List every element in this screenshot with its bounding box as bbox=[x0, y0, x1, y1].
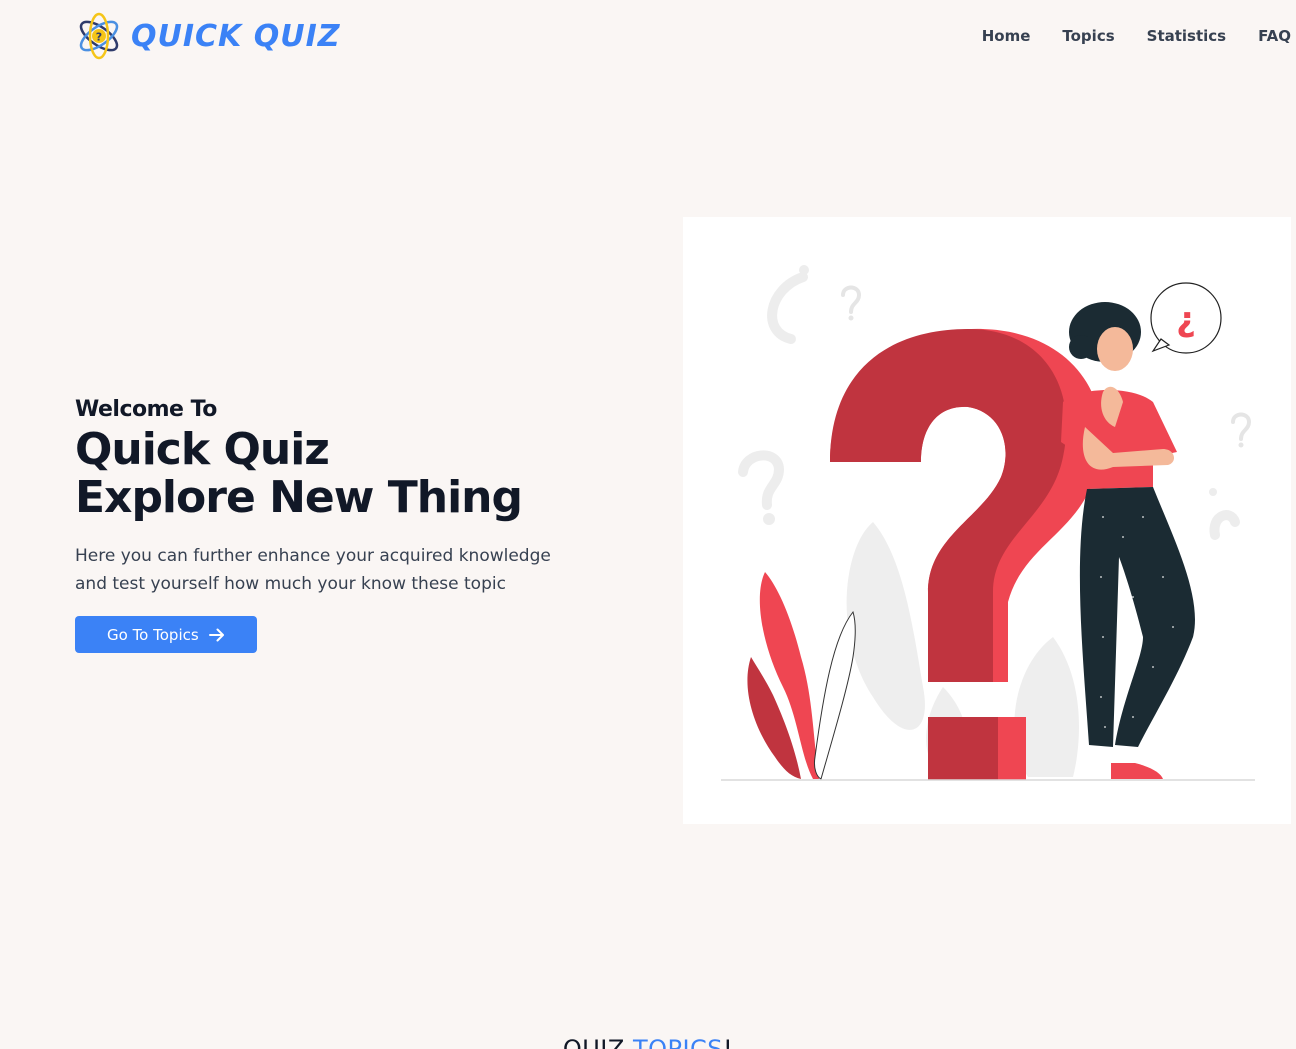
nav-item-faq[interactable]: FAQ bbox=[1258, 26, 1291, 46]
nav-item-topics[interactable]: Topics bbox=[1062, 26, 1114, 46]
quiz-topics-heading-suffix: ! bbox=[723, 1035, 734, 1049]
speech-bubble-text: ¿ bbox=[1176, 300, 1196, 340]
nav-item-home[interactable]: Home bbox=[982, 26, 1031, 46]
quiz-topics-heading-prefix: QUIZ bbox=[562, 1035, 633, 1049]
site-header: ? QUICK QUIZ Home Topics Statistics FAQ bbox=[0, 0, 1296, 76]
go-to-topics-button[interactable]: Go To Topics bbox=[75, 616, 257, 653]
welcome-heading: Welcome To bbox=[75, 397, 217, 422]
brand-link[interactable]: ? QUICK QUIZ bbox=[75, 11, 341, 61]
quiz-topics-heading: QUIZ TOPICS! bbox=[0, 1034, 1296, 1049]
go-to-topics-label: Go To Topics bbox=[107, 625, 199, 644]
quiz-topics-heading-accent: TOPICS bbox=[632, 1035, 724, 1049]
atom-question-icon: ? bbox=[79, 12, 119, 60]
hero-title: Quick Quiz Explore New Thing bbox=[75, 426, 595, 522]
hero-illustration: ¿ bbox=[683, 217, 1291, 824]
brand-name: QUICK QUIZ bbox=[131, 18, 341, 54]
svg-text:?: ? bbox=[96, 31, 102, 44]
main-nav: Home Topics Statistics FAQ bbox=[982, 26, 1291, 46]
nav-item-statistics[interactable]: Statistics bbox=[1147, 26, 1226, 46]
hero-description: Here you can further enhance your acquir… bbox=[75, 546, 551, 594]
hero-title-line2: Explore New Thing bbox=[75, 472, 523, 523]
person-thinking-question-mark-illustration: ¿ bbox=[721, 265, 1255, 781]
arrow-right-icon bbox=[208, 628, 224, 641]
hero-title-line1: Quick Quiz bbox=[75, 424, 330, 475]
hero-text: Welcome To Quick Quiz Explore New Thing … bbox=[75, 396, 595, 653]
